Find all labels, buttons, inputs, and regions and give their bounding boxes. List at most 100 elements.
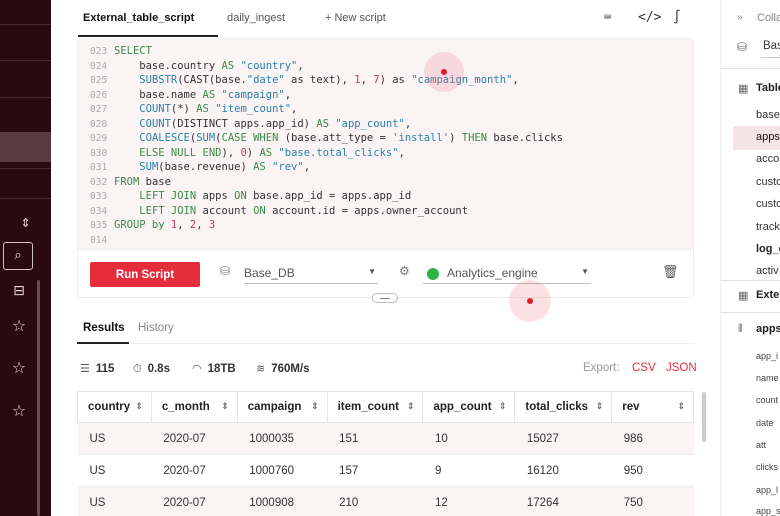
- code-line[interactable]: 030 ELSE NULL END), 0) AS "base.total_cl…: [78, 146, 405, 161]
- sort-icon[interactable]: ⇕: [135, 401, 143, 412]
- code-line[interactable]: 023 SELECT: [78, 44, 152, 59]
- columns-section-header[interactable]: apps: [756, 323, 780, 335]
- tab-history[interactable]: History: [138, 322, 174, 334]
- column-list-item[interactable]: date: [756, 418, 774, 428]
- code-line[interactable]: 026 base.name AS "campaign",: [78, 88, 291, 103]
- code-token: (CAST(base.: [177, 74, 247, 86]
- code-line[interactable]: 029 COALESCE(SUM(CASE WHEN (base.att_typ…: [78, 131, 563, 146]
- star-icon[interactable]: ☆: [0, 316, 38, 335]
- code-line[interactable]: 024 base.country AS "country",: [78, 59, 304, 74]
- table-scrollbar[interactable]: [702, 392, 706, 442]
- code-line[interactable]: 034 LEFT JOIN account ON account.id = ap…: [78, 204, 468, 219]
- tab-external-table-script[interactable]: External_table_script: [83, 12, 194, 24]
- column-header-label: rev: [622, 401, 640, 413]
- code-token: ,: [284, 88, 292, 101]
- keyboard-icon[interactable]: ⌨: [604, 10, 611, 24]
- sort-icon[interactable]: ⇕: [677, 401, 685, 412]
- sort-icon[interactable]: ⇕: [407, 401, 415, 412]
- column-list-item[interactable]: att: [756, 440, 766, 450]
- engine-select[interactable]: Analytics_engine ▼: [423, 264, 591, 284]
- collapse-button[interactable]: Colla: [757, 12, 780, 24]
- table-list-item[interactable]: custo: [756, 176, 780, 188]
- rail-scrollbar[interactable]: [37, 280, 40, 516]
- external-section-header[interactable]: Exter: [756, 289, 780, 301]
- run-script-button[interactable]: Run Script: [90, 262, 200, 287]
- tables-section-header[interactable]: Table: [756, 82, 780, 94]
- code-token: 'install': [392, 132, 450, 144]
- search-icon[interactable]: ⌕: [0, 248, 36, 263]
- new-script-button[interactable]: + New script: [325, 12, 386, 24]
- code-token: (base.revenue): [158, 161, 254, 173]
- table-list-item[interactable]: custo: [756, 198, 780, 210]
- code-token: ,: [177, 219, 190, 231]
- code-token: AS: [221, 59, 235, 72]
- trash-icon[interactable]: 🗑: [662, 264, 679, 280]
- code-token: 3: [208, 219, 216, 231]
- code-line[interactable]: 033 LEFT JOIN apps ON base.app_id = apps…: [78, 189, 411, 204]
- code-token: SUBSTR: [139, 74, 178, 86]
- column-header[interactable]: app_count ⇕: [422, 391, 516, 423]
- tab-results[interactable]: Results: [83, 322, 125, 334]
- column-list-item[interactable]: count: [756, 395, 778, 405]
- code-token: LEFT JOIN: [139, 204, 197, 217]
- rail-divider: [0, 198, 51, 199]
- results-tab-divider: [77, 343, 694, 344]
- column-header[interactable]: c_month ⇕: [150, 391, 238, 423]
- star-icon[interactable]: ☆: [0, 358, 38, 377]
- column-header[interactable]: campaign ⇕: [236, 391, 328, 423]
- resize-handle[interactable]: [372, 293, 398, 303]
- collapse-chevron-icon[interactable]: »: [737, 12, 743, 23]
- star-icon[interactable]: ☆: [0, 401, 38, 420]
- chevron-down-icon: ▼: [581, 267, 589, 276]
- table-list-item[interactable]: acco: [756, 153, 779, 165]
- table-list-item[interactable]: activ: [756, 265, 779, 277]
- code-line[interactable]: 027 COUNT(*) AS "item_count",: [78, 102, 297, 117]
- wave-icon[interactable]: ∫: [673, 10, 681, 25]
- code-token: ,: [303, 161, 311, 173]
- list-icon: ☰: [80, 362, 90, 375]
- sort-icon[interactable]: ⇕: [499, 401, 507, 412]
- table-row[interactable]: US 2020-07 1000035 151 10 15027 986: [77, 422, 694, 455]
- sql-editor[interactable]: 023 SELECT 024 base.country AS "country", 0…: [78, 39, 693, 249]
- line-number: 027: [90, 104, 108, 115]
- column-header[interactable]: rev ⇕: [611, 391, 694, 423]
- column-header[interactable]: item_count ⇕: [326, 391, 424, 423]
- code-line[interactable]: 031 SUM(base.revenue) AS "rev",: [78, 160, 310, 175]
- column-list-item[interactable]: clicks: [756, 462, 778, 472]
- code-line[interactable]: 028 COUNT(DISTINCT apps.app_id) AS "app_…: [78, 117, 411, 132]
- chevron-updown-icon[interactable]: ⇕: [0, 216, 51, 230]
- code-token: base.country: [114, 59, 222, 72]
- column-list-item[interactable]: app_l: [756, 485, 778, 495]
- table-list-item[interactable]: apps: [756, 131, 780, 143]
- column-header[interactable]: country ⇕: [77, 391, 152, 423]
- table-cell: 1000760: [237, 454, 328, 487]
- column-list-item[interactable]: name: [756, 373, 779, 383]
- column-header[interactable]: total_clicks ⇕: [514, 391, 613, 423]
- code-icon[interactable]: </>: [638, 10, 661, 25]
- sort-icon[interactable]: ⇕: [596, 401, 604, 412]
- database-select[interactable]: Base_DB ▼: [244, 264, 378, 284]
- column-list-item[interactable]: app_i: [756, 351, 778, 361]
- code-line[interactable]: 035 GROUP by 1, 2, 3: [78, 218, 215, 233]
- code-line[interactable]: 032 FROM base: [78, 175, 171, 190]
- export-json-link[interactable]: JSON: [666, 362, 697, 374]
- rail-item-active[interactable]: [0, 132, 51, 162]
- table-list-item[interactable]: base: [756, 109, 780, 121]
- line-number: 026: [90, 89, 108, 101]
- code-token: AS: [253, 161, 266, 173]
- sort-icon[interactable]: ⇕: [311, 401, 319, 412]
- export-csv-link[interactable]: CSV: [632, 362, 656, 374]
- line-number: 030: [90, 147, 108, 159]
- code-token: ,: [291, 103, 298, 115]
- table-row[interactable]: US 2020-07 1000908 210 12 17264 750: [77, 486, 694, 516]
- tab-daily-ingest[interactable]: daily_ingest: [227, 12, 285, 24]
- table-list-item[interactable]: track: [756, 221, 780, 233]
- table-list-item[interactable]: log_e: [756, 243, 780, 255]
- column-list-item[interactable]: app_s: [756, 506, 780, 516]
- code-line[interactable]: 014: [78, 233, 114, 248]
- collapse-box-icon[interactable]: ⊟: [0, 283, 38, 299]
- sort-icon[interactable]: ⇕: [221, 401, 229, 412]
- code-token: apps: [196, 190, 235, 202]
- table-row[interactable]: US 2020-07 1000760 157 9 16120 950: [77, 454, 694, 487]
- size-stat: ◠ 18TB: [192, 362, 236, 375]
